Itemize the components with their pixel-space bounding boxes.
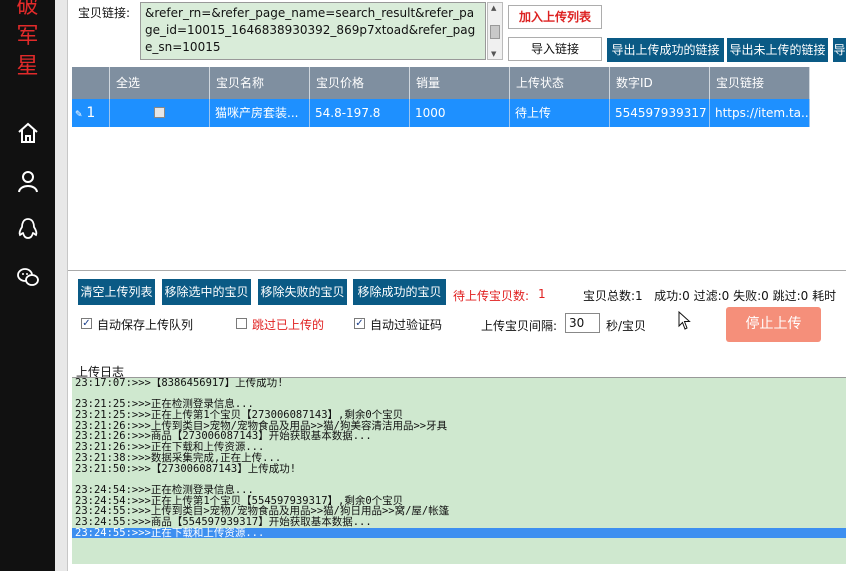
window-frame [55, 0, 68, 571]
remove-failed-button[interactable]: 移除失败的宝贝 [258, 279, 347, 305]
edit-pencil-icon: ✎ [75, 110, 83, 120]
user-icon[interactable] [15, 168, 41, 194]
table-header-index [72, 67, 110, 99]
stop-upload-button[interactable]: 停止上传 [726, 307, 821, 342]
brand-char: 军 [16, 24, 39, 49]
table-row-index-cell[interactable]: ✎ 1 [72, 99, 110, 127]
log-line-selected: 23:24:55:>>>正在下载和上传资源... [72, 527, 846, 539]
brand-char: 星 [16, 54, 39, 79]
export-more-button[interactable]: 导 [833, 38, 846, 62]
skip-uploaded-label: 跳过已上传的 [252, 318, 325, 332]
scroll-down-icon[interactable]: ▼ [491, 50, 496, 58]
auto-captcha-label: 自动过验证码 [370, 318, 443, 332]
auto-captcha-checkbox[interactable]: ✓ [354, 318, 365, 329]
auto-save-checkbox[interactable]: ✓ [81, 318, 92, 329]
log-line: 23:17:07:>>>【8386456917】上传成功! [75, 378, 284, 389]
table-header-link[interactable]: 宝贝链接 [710, 67, 810, 99]
link-textarea[interactable]: &refer_rn=&refer_page_name=search_result… [140, 2, 486, 60]
wechat-icon[interactable] [15, 264, 41, 290]
log-line: 23:21:50:>>>【273006087143】上传成功! [75, 462, 297, 475]
pending-count-label: 待上传宝贝数: [453, 289, 530, 303]
home-icon[interactable] [15, 120, 41, 146]
table-header-price[interactable]: 宝贝价格 [310, 67, 410, 99]
export-success-button[interactable]: 导出上传成功的链接 [607, 38, 724, 62]
remove-success-button[interactable]: 移除成功的宝贝 [353, 279, 446, 305]
scroll-up-icon[interactable]: ▲ [491, 4, 496, 12]
table-row-checkbox-cell[interactable] [110, 99, 210, 127]
row-checkbox[interactable] [154, 107, 165, 118]
log-line: 23:21:38:>>>数据采集完成,正在上传... [75, 451, 282, 464]
upload-log[interactable]: 23:17:07:>>>【8386456917】上传成功! 23:21:25:>… [72, 378, 846, 564]
brand-char: 破 [16, 0, 39, 19]
divider [68, 270, 846, 271]
brand-logo: 破 军 星 [0, 0, 55, 82]
link-scrollbar[interactable]: ▲ ▼ [487, 2, 503, 60]
table-cell-name[interactable]: 猫咪产房套装... [210, 99, 310, 127]
upload-summary: 宝贝总数:1 成功:0 过滤:0 失败:0 跳过:0 耗时 [583, 289, 837, 303]
table-cell-price[interactable]: 54.8-197.8 [310, 99, 410, 127]
main-panel: 宝贝链接: &refer_rn=&refer_page_name=search_… [68, 0, 846, 571]
scroll-thumb[interactable] [490, 25, 500, 39]
mouse-cursor-icon [678, 311, 691, 330]
qq-icon[interactable] [15, 216, 41, 242]
pending-count-value: 1 [538, 287, 546, 301]
import-links-button[interactable]: 导入链接 [508, 37, 602, 61]
table-header-status[interactable]: 上传状态 [510, 67, 610, 99]
table-cell-sales[interactable]: 1000 [410, 99, 510, 127]
skip-uploaded-checkbox[interactable] [236, 318, 247, 329]
table-header-sales[interactable]: 销量 [410, 67, 510, 99]
add-to-list-button[interactable]: 加入上传列表 [508, 5, 602, 29]
interval-input[interactable]: 30 [565, 313, 600, 333]
link-label: 宝贝链接: [78, 6, 131, 20]
export-pending-button[interactable]: 导出未上传的链接 [727, 38, 828, 62]
interval-unit: 秒/宝贝 [606, 319, 647, 333]
table-header-name[interactable]: 宝贝名称 [210, 67, 310, 99]
table-cell-link[interactable]: https://item.ta... [710, 99, 810, 127]
sidebar: 破 军 星 [0, 0, 55, 571]
remove-selected-button[interactable]: 移除选中的宝贝 [162, 279, 251, 305]
table-header-id[interactable]: 数字ID [610, 67, 710, 99]
auto-save-label: 自动保存上传队列 [97, 318, 194, 332]
interval-label: 上传宝贝间隔: [481, 319, 558, 333]
clear-list-button[interactable]: 清空上传列表 [78, 279, 155, 305]
table-cell-status[interactable]: 待上传 [510, 99, 610, 127]
table-header-select-all[interactable]: 全选 [110, 67, 210, 99]
log-line: 23:24:54:>>>正在检测登录信息... [75, 483, 254, 496]
row-index: 1 [86, 105, 96, 121]
table-cell-id[interactable]: 554597939317 [610, 99, 710, 127]
